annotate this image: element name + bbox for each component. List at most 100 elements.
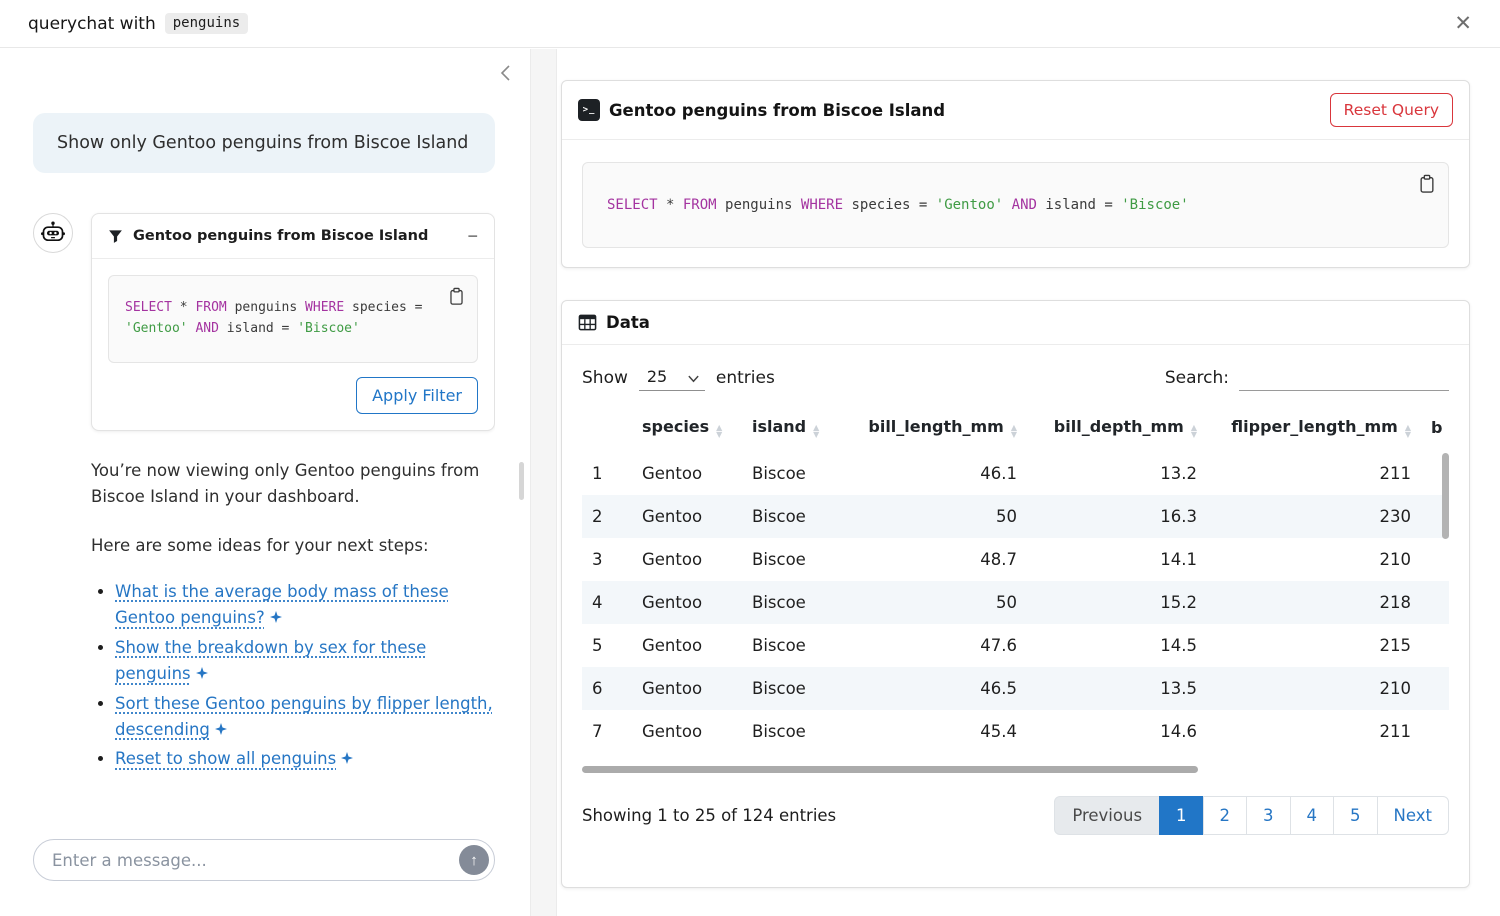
sidebar-scrollbar[interactable]: [519, 462, 524, 500]
chat-input[interactable]: [33, 839, 495, 881]
table-cell: [1421, 667, 1449, 710]
page-length-select[interactable]: 25: [639, 365, 705, 391]
search-control: Search:: [1165, 365, 1449, 391]
page-button-2[interactable]: 2: [1203, 796, 1248, 835]
previous-page-button[interactable]: Previous: [1054, 796, 1160, 835]
column-header-rownum: [582, 405, 632, 452]
reset-query-button[interactable]: Reset Query: [1330, 93, 1453, 127]
querychat-app: querychat with penguins ✕ Show only Gent…: [0, 0, 1500, 916]
table-row: 3GentooBiscoe48.714.1210: [582, 538, 1449, 581]
collapse-minus-icon[interactable]: −: [467, 227, 478, 245]
sql-token: 'Biscoe': [297, 321, 360, 336]
suggestion-link[interactable]: Reset to show all penguins: [115, 749, 336, 768]
table-cell: 215: [1207, 624, 1421, 667]
panel-divider[interactable]: [530, 49, 557, 916]
copy-icon[interactable]: [1416, 172, 1438, 199]
table-row: 5GentooBiscoe47.614.5215: [582, 624, 1449, 667]
query-card-body: SELECT * FROM penguins WHERE species = '…: [562, 140, 1469, 270]
page-length-control: Show 25 entries: [582, 365, 775, 391]
sparkle-star-icon: [196, 667, 208, 679]
sql-token: island =: [1037, 197, 1121, 213]
page-button-4[interactable]: 4: [1290, 796, 1335, 835]
search-input[interactable]: [1239, 365, 1449, 391]
column-label: bill_length_mm: [868, 417, 1003, 436]
sparkle-star-icon: [215, 723, 227, 735]
robot-icon: [40, 220, 66, 246]
table-cell: [1421, 710, 1449, 753]
sort-icon: ▲▼: [716, 424, 722, 438]
table-cell: [1421, 538, 1449, 581]
sidebar-collapse-button[interactable]: [494, 61, 516, 88]
dashboard-panel: >_ Gentoo penguins from Biscoe Island Re…: [558, 49, 1500, 916]
sql-query-text: SELECT * FROM penguins WHERE species = '…: [125, 298, 461, 340]
table-cell: [1421, 624, 1449, 667]
page-number-buttons: 12345: [1160, 796, 1378, 835]
sql-token: SELECT: [607, 197, 658, 213]
sql-token: species =: [344, 300, 430, 315]
send-button[interactable]: ↑: [459, 845, 489, 875]
column-label: flipper_length_mm: [1231, 417, 1398, 436]
suggestion-link[interactable]: What is the average body mass of these G…: [115, 582, 449, 627]
copy-icon[interactable]: [446, 285, 467, 311]
suggestion-item: What is the average body mass of these G…: [115, 579, 495, 632]
table-cell: 13.5: [1027, 667, 1207, 710]
query-card: >_ Gentoo penguins from Biscoe Island Re…: [561, 80, 1470, 268]
column-header-species[interactable]: species▲▼: [632, 405, 742, 452]
table-cell: 48.7: [844, 538, 1027, 581]
table-cell: Gentoo: [632, 624, 742, 667]
column-header-island[interactable]: island▲▼: [742, 405, 844, 452]
suggestion-item: Reset to show all penguins: [115, 746, 495, 772]
column-header-b: b: [1421, 405, 1449, 452]
data-table-wrap: species▲▼island▲▼bill_length_mm▲▼bill_de…: [582, 405, 1449, 776]
chat-sidebar: Show only Gentoo penguins from Biscoe Is…: [0, 49, 530, 916]
table-row: 7GentooBiscoe45.414.6211: [582, 710, 1449, 753]
vertical-scrollbar[interactable]: [1442, 453, 1449, 539]
table-cell: 7: [582, 710, 632, 753]
table-header-row: species▲▼island▲▼bill_length_mm▲▼bill_de…: [582, 405, 1449, 452]
sql-token: penguins: [227, 300, 305, 315]
sql-code-block: SELECT * FROM penguins WHERE species = '…: [582, 162, 1449, 248]
sql-token: 'Gentoo': [936, 197, 1003, 213]
table-cell: 210: [1207, 538, 1421, 581]
sql-token: WHERE: [801, 197, 843, 213]
sort-icon: ▲▼: [1405, 424, 1411, 438]
table-cell: 15.2: [1027, 581, 1207, 624]
table-cell: 1: [582, 452, 632, 495]
column-label: bill_depth_mm: [1054, 417, 1184, 436]
column-header-flipper_length_mm[interactable]: flipper_length_mm ▲▼: [1207, 405, 1421, 452]
entries-label: entries: [716, 368, 775, 388]
sql-token: *: [172, 300, 195, 315]
bot-avatar: [33, 213, 73, 253]
next-page-button[interactable]: Next: [1377, 796, 1449, 835]
suggestion-link[interactable]: Sort these Gentoo penguins by flipper le…: [115, 694, 493, 739]
assistant-text: Here are some ideas for your next steps:: [91, 533, 495, 559]
table-cell: Gentoo: [632, 495, 742, 538]
column-header-bill_depth_mm[interactable]: bill_depth_mm▲▼: [1027, 405, 1207, 452]
table-cell: 218: [1207, 581, 1421, 624]
column-header-bill_length_mm[interactable]: bill_length_mm▲▼: [844, 405, 1027, 452]
table-icon: [578, 313, 597, 332]
table-cell: Biscoe: [742, 538, 844, 581]
filter-tool-card: Gentoo penguins from Biscoe Island −: [91, 213, 495, 431]
page-length-value: 25: [647, 367, 667, 386]
sql-token: species =: [843, 197, 936, 213]
column-label: island: [752, 417, 806, 436]
sparkle-star-icon: [341, 752, 353, 764]
table-cell: Gentoo: [632, 581, 742, 624]
page-button-3[interactable]: 3: [1246, 796, 1291, 835]
horizontal-scrollbar[interactable]: [582, 766, 1198, 773]
table-cell: Biscoe: [742, 667, 844, 710]
table-cell: 46.5: [844, 667, 1027, 710]
assistant-message: Gentoo penguins from Biscoe Island −: [33, 213, 495, 431]
apply-filter-button[interactable]: Apply Filter: [356, 377, 478, 414]
page-button-1[interactable]: 1: [1159, 796, 1204, 835]
table-cell: [1421, 581, 1449, 624]
table-cell: Gentoo: [632, 667, 742, 710]
query-card-title: Gentoo penguins from Biscoe Island: [609, 101, 945, 120]
chevron-left-icon: [496, 63, 514, 83]
suggestion-link[interactable]: Show the breakdown by sex for these peng…: [115, 638, 426, 683]
table-cell: 3: [582, 538, 632, 581]
sql-token: FROM: [195, 300, 226, 315]
page-button-5[interactable]: 5: [1333, 796, 1378, 835]
close-icon[interactable]: ✕: [1454, 13, 1472, 34]
